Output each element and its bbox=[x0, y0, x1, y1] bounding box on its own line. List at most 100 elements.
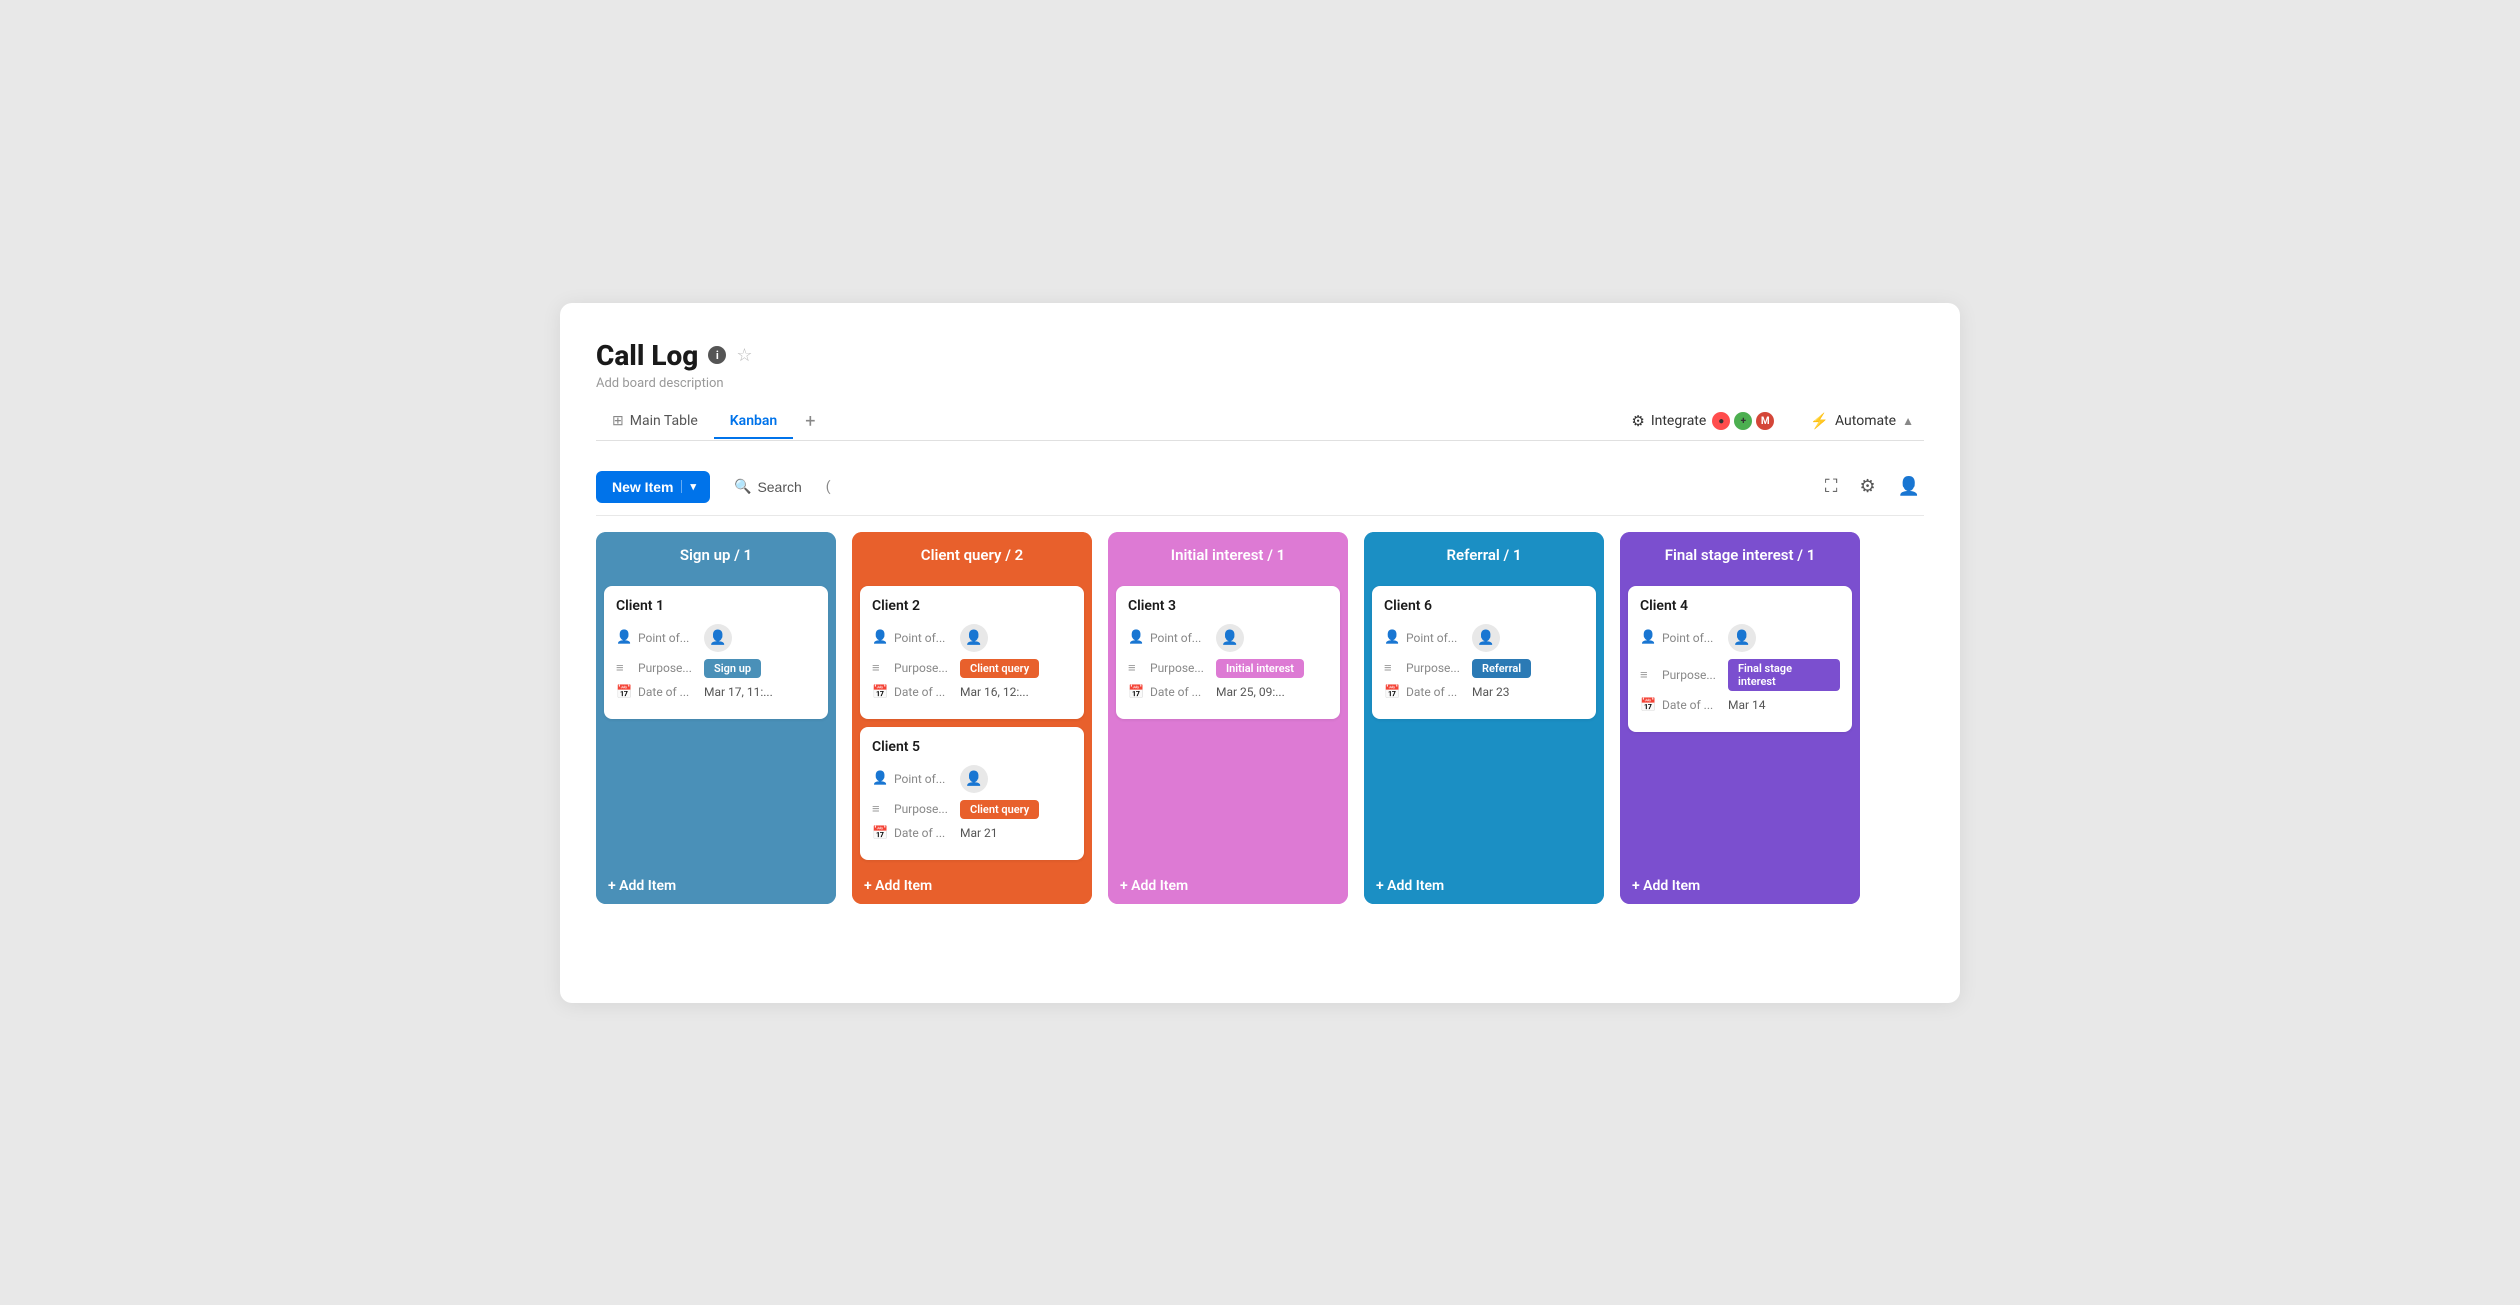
purpose-badge2[interactable]: Client query bbox=[960, 659, 1039, 678]
purpose-label3: Purpose... bbox=[1150, 661, 1210, 675]
card-client5[interactable]: Client 5 👤 Point of... 👤 ≡ Purpose... Cl… bbox=[860, 727, 1084, 860]
purpose-badge6[interactable]: Referral bbox=[1472, 659, 1531, 678]
star-icon[interactable]: ☆ bbox=[736, 345, 752, 366]
card-client5-title: Client 5 bbox=[872, 739, 1072, 755]
column-initial-interest-header: Initial interest / 1 bbox=[1108, 532, 1348, 578]
tab-add-button[interactable]: + bbox=[793, 403, 827, 440]
date-label3: Date of ... bbox=[1150, 685, 1210, 699]
add-item-signup[interactable]: + Add Item bbox=[596, 868, 836, 904]
board-title-row: Call Log i ☆ bbox=[596, 339, 1924, 372]
card-client1-title: Client 1 bbox=[616, 598, 816, 614]
date-value4: Mar 14 bbox=[1728, 698, 1766, 712]
person-field-icon4: 👤 bbox=[1640, 630, 1656, 645]
toolbar-divider bbox=[596, 515, 1924, 516]
card-client2-purpose: ≡ Purpose... Client query bbox=[872, 659, 1072, 678]
integrate-label: Integrate bbox=[1651, 413, 1707, 429]
list-field-icon4: ≡ bbox=[1640, 667, 1656, 683]
integration-icons: ● + M bbox=[1712, 412, 1774, 430]
avatar-placeholder5: 👤 bbox=[960, 765, 988, 793]
info-icon[interactable]: i bbox=[708, 346, 726, 364]
search-button[interactable]: 🔍 Search bbox=[720, 471, 816, 502]
purpose-badge4[interactable]: Final stage interest bbox=[1728, 659, 1840, 691]
add-item-initial-interest-label: + Add Item bbox=[1120, 878, 1188, 894]
card-client2-point: 👤 Point of... 👤 bbox=[872, 624, 1072, 652]
card-client3-point: 👤 Point of... 👤 bbox=[1128, 624, 1328, 652]
list-field-icon: ≡ bbox=[616, 660, 632, 676]
calendar-field-icon3: 📅 bbox=[1128, 685, 1144, 700]
list-field-icon2: ≡ bbox=[872, 660, 888, 676]
date-label: Date of ... bbox=[638, 685, 698, 699]
int-icon-green: + bbox=[1734, 412, 1752, 430]
fullscreen-button[interactable]: ⛶ bbox=[1821, 472, 1842, 501]
date-value: Mar 17, 11:... bbox=[704, 685, 773, 699]
person-field-icon2: 👤 bbox=[872, 630, 888, 645]
automate-label: Automate bbox=[1835, 413, 1896, 429]
tab-kanban[interactable]: Kanban bbox=[714, 405, 793, 439]
column-referral-cards: Client 6 👤 Point of... 👤 ≡ Purpose... Re… bbox=[1364, 578, 1604, 868]
new-item-button[interactable]: New Item ▾ bbox=[596, 471, 710, 503]
board-title: Call Log bbox=[596, 339, 698, 372]
search-paren: ( bbox=[826, 479, 831, 495]
card-client2-title: Client 2 bbox=[872, 598, 1072, 614]
calendar-field-icon2: 📅 bbox=[872, 685, 888, 700]
person-icon-button[interactable]: 👤 bbox=[1894, 472, 1924, 501]
new-item-chevron-icon[interactable]: ▾ bbox=[681, 480, 696, 493]
date-label2: Date of ... bbox=[894, 685, 954, 699]
search-icon: 🔍 bbox=[734, 478, 751, 495]
card-client4-point: 👤 Point of... 👤 bbox=[1640, 624, 1840, 652]
automate-icon: ⚡ bbox=[1810, 412, 1829, 430]
card-client2-date: 📅 Date of ... Mar 16, 12:... bbox=[872, 685, 1072, 700]
add-item-signup-label: + Add Item bbox=[608, 878, 676, 894]
avatar-placeholder: 👤 bbox=[704, 624, 732, 652]
toolbar-right: ⛶ ⚙ 👤 bbox=[1821, 472, 1924, 501]
add-item-client-query-label: + Add Item bbox=[864, 878, 932, 894]
list-field-icon3: ≡ bbox=[1128, 660, 1144, 676]
add-item-referral-label: + Add Item bbox=[1376, 878, 1444, 894]
column-final-stage: Final stage interest / 1 Client 4 👤 Poin… bbox=[1620, 532, 1860, 904]
tabs-left: ⊞ Main Table Kanban + bbox=[596, 403, 827, 440]
column-signup-cards: Client 1 👤 Point of... 👤 ≡ Purpose... Si… bbox=[596, 578, 836, 868]
date-label6: Date of ... bbox=[1406, 685, 1466, 699]
person-field-icon5: 👤 bbox=[872, 771, 888, 786]
list-field-icon6: ≡ bbox=[1384, 660, 1400, 676]
header-area: Call Log i ☆ Add board description ⊞ Mai… bbox=[596, 339, 1924, 441]
purpose-badge3[interactable]: Initial interest bbox=[1216, 659, 1304, 678]
calendar-field-icon6: 📅 bbox=[1384, 685, 1400, 700]
add-item-client-query[interactable]: + Add Item bbox=[852, 868, 1092, 904]
settings-button[interactable]: ⚙ bbox=[1855, 472, 1879, 501]
card-client2[interactable]: Client 2 👤 Point of... 👤 ≡ Purpose... Cl… bbox=[860, 586, 1084, 719]
card-client5-point: 👤 Point of... 👤 bbox=[872, 765, 1072, 793]
tab-main-table[interactable]: ⊞ Main Table bbox=[596, 405, 714, 439]
card-client1[interactable]: Client 1 👤 Point of... 👤 ≡ Purpose... Si… bbox=[604, 586, 828, 719]
purpose-label6: Purpose... bbox=[1406, 661, 1466, 675]
column-final-stage-header: Final stage interest / 1 bbox=[1620, 532, 1860, 578]
column-initial-interest-cards: Client 3 👤 Point of... 👤 ≡ Purpose... In… bbox=[1108, 578, 1348, 868]
avatar-placeholder3: 👤 bbox=[1216, 624, 1244, 652]
date-value2: Mar 16, 12:... bbox=[960, 685, 1029, 699]
card-client1-purpose: ≡ Purpose... Sign up bbox=[616, 659, 816, 678]
card-client4-date: 📅 Date of ... Mar 14 bbox=[1640, 698, 1840, 713]
integrate-button[interactable]: ⚙ Integrate ● + M bbox=[1621, 406, 1784, 436]
toolbar-left: New Item ▾ 🔍 Search ( bbox=[596, 471, 831, 503]
add-item-referral[interactable]: + Add Item bbox=[1364, 868, 1604, 904]
point-label: Point of... bbox=[638, 631, 698, 645]
integrate-icon: ⚙ bbox=[1631, 412, 1644, 430]
kanban-board: Sign up / 1 Client 1 👤 Point of... 👤 ≡ P… bbox=[596, 532, 1924, 914]
card-client6[interactable]: Client 6 👤 Point of... 👤 ≡ Purpose... Re… bbox=[1372, 586, 1596, 719]
card-client4[interactable]: Client 4 👤 Point of... 👤 ≡ Purpose... Fi… bbox=[1628, 586, 1852, 732]
column-client-query: Client query / 2 Client 2 👤 Point of... … bbox=[852, 532, 1092, 904]
purpose-badge[interactable]: Sign up bbox=[704, 659, 761, 678]
point-label3: Point of... bbox=[1150, 631, 1210, 645]
add-item-final-stage[interactable]: + Add Item bbox=[1620, 868, 1860, 904]
add-item-initial-interest[interactable]: + Add Item bbox=[1108, 868, 1348, 904]
point-label2: Point of... bbox=[894, 631, 954, 645]
automate-button[interactable]: ⚡ Automate ▲ bbox=[1800, 406, 1924, 436]
new-item-label: New Item bbox=[612, 479, 681, 495]
card-client3[interactable]: Client 3 👤 Point of... 👤 ≡ Purpose... In… bbox=[1116, 586, 1340, 719]
avatar-placeholder6: 👤 bbox=[1472, 624, 1500, 652]
purpose-badge5[interactable]: Client query bbox=[960, 800, 1039, 819]
column-client-query-header: Client query / 2 bbox=[852, 532, 1092, 578]
board-description[interactable]: Add board description bbox=[596, 376, 1924, 391]
list-field-icon5: ≡ bbox=[872, 801, 888, 817]
column-referral: Referral / 1 Client 6 👤 Point of... 👤 ≡ … bbox=[1364, 532, 1604, 904]
